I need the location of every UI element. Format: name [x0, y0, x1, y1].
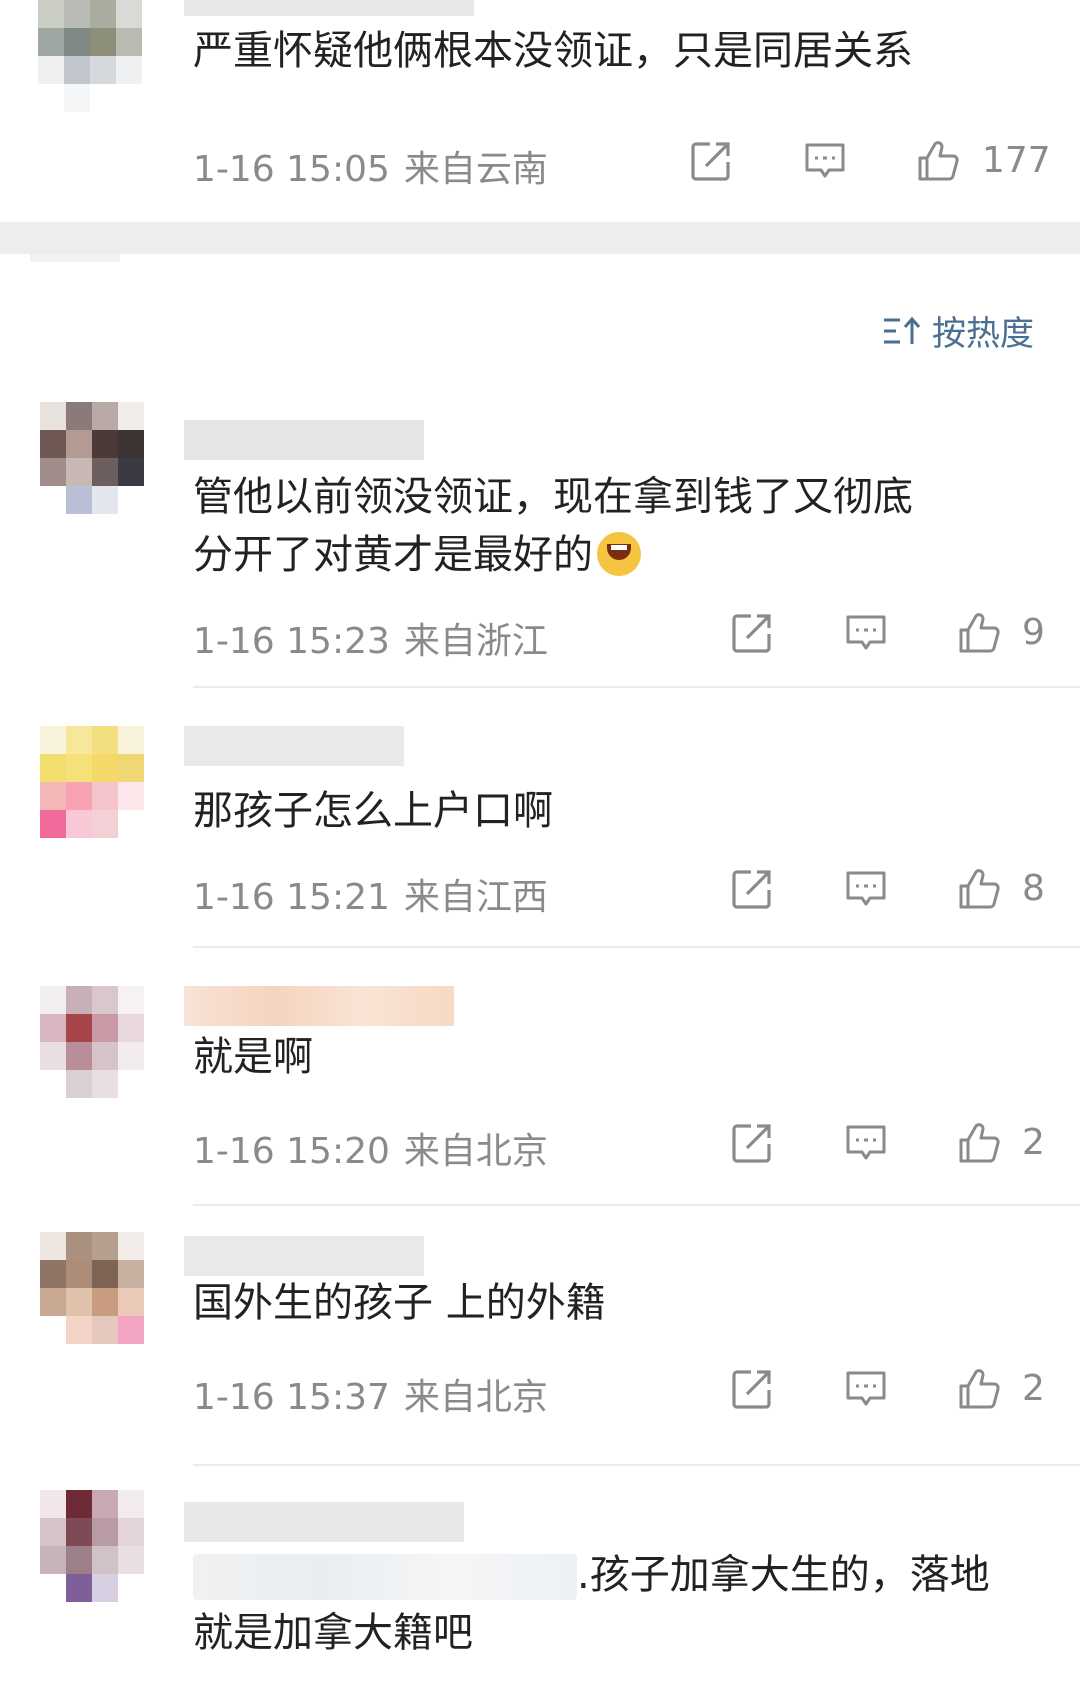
divider [193, 686, 1080, 688]
avatar[interactable] [40, 1490, 144, 1602]
comment-text-line: 分开了对黄才是最好的 [193, 526, 913, 584]
thumbs-up-icon[interactable] [956, 1366, 1002, 1412]
like-count: 177 [982, 140, 1051, 181]
sort-label: 按热度 [932, 314, 1034, 354]
avatar[interactable] [40, 986, 144, 1098]
comment-text: 严重怀疑他俩根本没领证，只是同居关系 [193, 28, 913, 74]
comment-actions: 177 [0, 138, 1080, 188]
username-redacted[interactable] [184, 986, 454, 1026]
divider [193, 1464, 1080, 1466]
comment-icon[interactable] [843, 610, 889, 656]
laughing-emoji-icon [597, 532, 641, 576]
like-count: 2 [1022, 1122, 1045, 1163]
avatar[interactable] [40, 726, 144, 838]
comment-actions: 9 [0, 610, 1080, 660]
comment-text: 就是啊 [193, 1034, 313, 1080]
divider [193, 1204, 1080, 1206]
comment-text: 管他以前领没领证，现在拿到钱了又彻底 分开了对黄才是最好的 [193, 468, 913, 584]
username-redacted[interactable] [184, 1502, 464, 1542]
username-redacted[interactable] [184, 0, 474, 16]
comment-icon[interactable] [843, 1366, 889, 1412]
thumbs-up-icon[interactable] [956, 866, 1002, 912]
comment-icon[interactable] [802, 138, 848, 184]
thumbs-up-icon[interactable] [956, 1120, 1002, 1166]
thumbs-up-icon[interactable] [915, 138, 961, 184]
comment-text-line1: .孩子加拿大生的，落地 [577, 1552, 990, 1598]
avatar[interactable] [40, 1232, 144, 1344]
comment-text-line: 就是加拿大籍吧 [193, 1610, 473, 1656]
thumbs-up-icon[interactable] [956, 610, 1002, 656]
comment-actions: 2 [0, 1120, 1080, 1170]
avatar[interactable] [38, 0, 142, 112]
comment-text: .孩子加拿大生的，落地 就是加拿大籍吧 [193, 1546, 990, 1662]
comment-actions: 2 [0, 1366, 1080, 1416]
comment-actions: 8 [0, 866, 1080, 916]
like-count: 2 [1022, 1368, 1045, 1409]
username-redacted[interactable] [184, 420, 424, 460]
share-icon[interactable] [729, 866, 775, 912]
comment-text-line: .孩子加拿大生的，落地 [193, 1546, 990, 1604]
comment-text-line: 管他以前领没领证，现在拿到钱了又彻底 [193, 474, 913, 520]
share-icon[interactable] [729, 1366, 775, 1412]
comment-text: 国外生的孩子 上的外籍 [193, 1280, 606, 1326]
divider [193, 946, 1080, 948]
avatar[interactable] [40, 402, 144, 514]
share-icon[interactable] [729, 610, 775, 656]
username-redacted[interactable] [184, 1236, 424, 1276]
username-redacted[interactable] [184, 726, 404, 766]
section-divider [0, 222, 1080, 262]
like-count: 9 [1022, 612, 1045, 653]
comment-text: 那孩子怎么上户口啊 [193, 788, 553, 834]
comment-icon[interactable] [843, 1120, 889, 1166]
share-icon[interactable] [729, 1120, 775, 1166]
mention-redacted[interactable] [193, 1554, 577, 1600]
top-comment: 严重怀疑他俩根本没领证，只是同居关系 1-16 15:05 来自云南 177 [0, 0, 1080, 222]
sort-by-hot-button[interactable]: 按热度 [882, 306, 1034, 355]
comment-icon[interactable] [843, 866, 889, 912]
like-count: 8 [1022, 868, 1045, 909]
comment-text-line2: 分开了对黄才是最好的 [193, 532, 593, 578]
sort-icon [884, 316, 921, 344]
share-icon[interactable] [688, 138, 734, 184]
